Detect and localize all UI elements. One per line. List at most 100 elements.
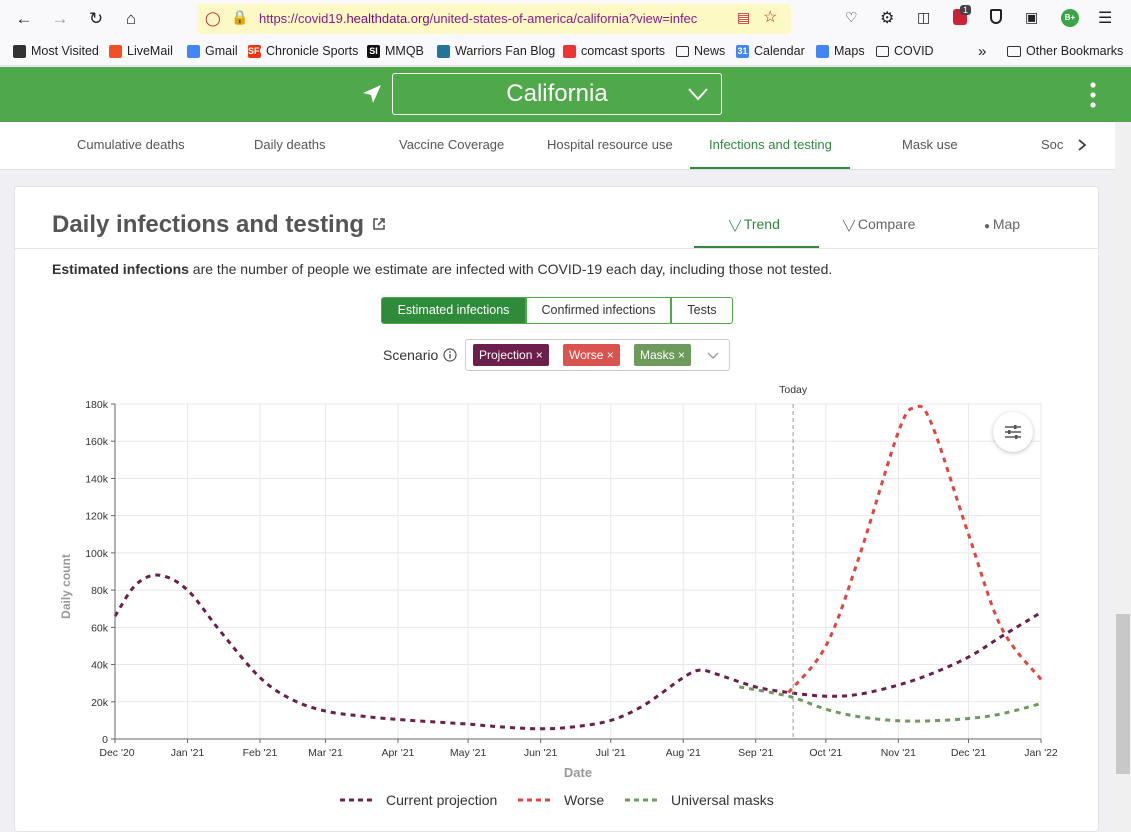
tab-4[interactable]: Infections and testing [709,137,832,152]
segment-1[interactable]: Confirmed infections [526,297,671,324]
legend-item-1[interactable]: Worse [518,792,604,808]
google-icon [816,44,829,58]
bookmark-0[interactable]: Most Visited [13,44,99,58]
reload-icon[interactable]: ↻ [84,7,108,31]
url-text[interactable]: https://covid19.healthdata.org/united-st… [259,11,725,26]
calendar-icon: 31 [736,44,749,58]
tab-6[interactable]: Soc [1041,137,1063,152]
plot-area [114,403,1042,740]
other-bookmarks[interactable]: Other Bookmarks [1007,44,1123,58]
bookmark-7[interactable]: News [676,44,725,58]
tab-1[interactable]: Daily deaths [254,137,326,152]
external-link-icon[interactable] [372,217,386,231]
chevron-more-icon[interactable]: » [978,43,986,60]
card-title: Daily infections and testing [52,211,365,238]
location-select[interactable]: California [392,73,722,115]
home-icon[interactable]: ⌂ [119,7,143,31]
legend-label: Current projection [386,792,497,808]
bookmark-1[interactable]: LiveMail [109,44,173,58]
browser-toolbar: ← → ↻ ⌂ ◯ 🔒 https://covid19.healthdata.o… [0,0,1131,38]
tab-0[interactable]: Cumulative deaths [77,137,185,152]
nbc-icon [563,44,576,58]
bookmark-10[interactable]: COVID [876,44,934,58]
bookmarks-bar: Most Visited LiveMail Gmail SFG Chronicle Sp… [0,38,1131,66]
privacy-badger-icon[interactable] [990,9,1002,24]
x-tick-label: Apr '21 [381,747,414,759]
x-tick-label: Dec '20 [99,747,134,759]
reader-view-icon[interactable]: ▤ [737,9,750,26]
bookmark-6[interactable]: comcast sports [563,44,665,58]
tab-2[interactable]: Vaccine Coverage [399,137,504,152]
x-tick-label: Aug '21 [666,747,701,759]
x-tick-label: Jun '21 [524,747,558,759]
bookmark-label: News [694,44,726,58]
x-axis-title: Date [564,765,592,780]
scenario-chip-1[interactable]: Worse × [563,344,620,366]
shield-icon[interactable]: ◯ [205,10,221,27]
legend-item-0[interactable]: Current projection [340,792,497,808]
chevron-down-icon[interactable] [706,351,720,360]
folder-icon [676,45,689,57]
settings-gear-icon[interactable]: ⚙ [880,8,894,28]
x-tick-label: Feb '21 [243,747,278,759]
x-tick-label: Nov '21 [881,747,916,759]
bookmark-4[interactable]: SI MMQB [367,44,424,58]
wordpress-icon [437,44,450,58]
bookmark-5[interactable]: Warriors Fan Blog [437,44,555,58]
chevron-right-icon[interactable] [1076,138,1088,152]
legend-label: Worse [564,792,604,808]
x-tick-label: May '21 [450,747,487,759]
chevron-down-icon [688,88,708,101]
x-tick-label: Jan '22 [1024,747,1058,759]
pocket-icon[interactable]: ♡ [845,9,858,26]
segment-0[interactable]: Estimated infections [381,297,526,324]
back-icon[interactable]: ← [12,7,36,31]
description-text: are the number of people we estimate are… [188,261,833,277]
sfg-icon: SFG [248,44,267,58]
location-arrow-icon[interactable] [360,82,384,106]
address-bar[interactable]: ◯ 🔒 https://covid19.healthdata.org/unite… [197,4,791,34]
si-icon: SI [367,44,380,58]
remove-chip-icon[interactable]: × [532,348,543,362]
x-tick-label: Sep '21 [738,747,773,759]
view-tab-0[interactable]: ╲╱ Trend [729,216,780,232]
y-tick-label: 0 [102,734,108,746]
chart-settings-button[interactable] [993,412,1033,452]
topic-tabs: Cumulative deaths Daily deaths Vaccine Cov… [0,122,1115,170]
scrollbar-thumb[interactable] [1116,614,1130,774]
bookmark-star-icon[interactable]: ☆ [763,7,777,27]
more-vertical-icon[interactable] [1084,80,1102,110]
bookmark-9[interactable]: Maps [816,44,865,58]
y-tick-label: 20k [91,697,109,709]
bookmark-2[interactable]: Gmail [187,44,238,58]
scenario-chip-2[interactable]: Masks × [634,344,692,366]
screenshot-icon[interactable]: ▣ [1025,9,1038,26]
scenario-chip-0[interactable]: Projection × [473,344,549,366]
segment-2[interactable]: Tests [671,297,733,324]
tab-5[interactable]: Mask use [902,137,958,152]
trend-icon: ╲╱ [729,221,744,232]
bookmark-label: MMQB [385,44,424,58]
menu-icon[interactable]: ☰ [1098,8,1112,28]
bookmark-label: Gmail [205,44,238,58]
y-tick-label: 160k [85,436,109,448]
compare-icon: ╲╱ [843,221,858,232]
globe-icon: ● [984,221,993,232]
bookmark-3[interactable]: SFG Chronicle Sports [248,44,358,58]
x-tick-label: Oct '21 [809,747,842,759]
remove-chip-icon[interactable]: × [603,348,614,362]
remove-chip-icon[interactable]: × [675,348,685,362]
view-tab-2[interactable]: ● Map [984,216,1020,232]
lock-icon[interactable]: 🔒 [231,9,248,26]
y-tick-label: 100k [85,548,109,560]
sidebar-icon[interactable]: ◫ [917,9,930,26]
view-tab-1[interactable]: ╲╱ Compare [843,216,915,232]
forward-icon[interactable]: → [48,7,72,31]
bookmark-8[interactable]: 31 Calendar [736,44,805,58]
description-bold: Estimated infections [52,261,189,277]
legend-item-2[interactable]: Universal masks [625,792,774,808]
tab-3[interactable]: Hospital resource use [547,137,673,152]
profile-avatar[interactable]: B+ [1061,9,1079,27]
info-icon[interactable] [443,348,457,362]
today-label: Today [779,384,808,396]
